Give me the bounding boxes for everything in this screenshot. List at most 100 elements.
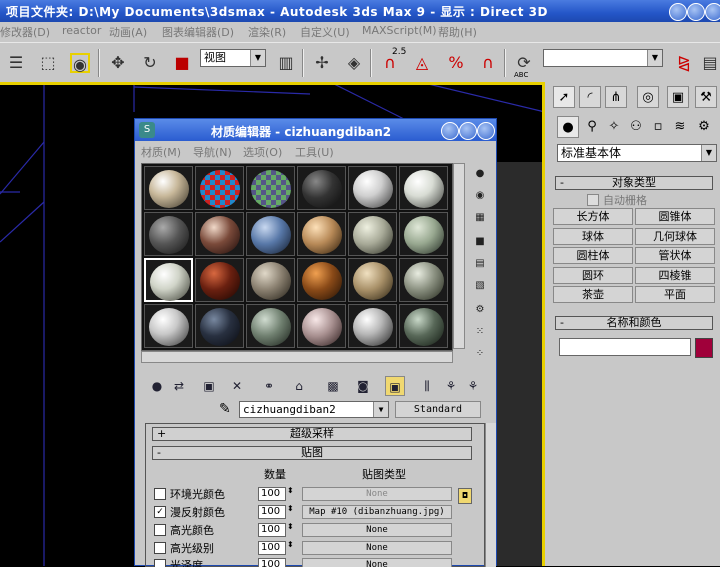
specular-color-amount-spinner[interactable]: 100 <box>258 523 286 537</box>
material-sample-slot[interactable] <box>195 258 244 302</box>
motion-tab-icon[interactable]: ◎ <box>637 86 659 108</box>
shapes-icon[interactable]: ⚲ <box>581 116 603 138</box>
angle-snap-icon[interactable]: ◬ <box>412 53 432 73</box>
percent-snap-icon[interactable]: % <box>446 53 466 73</box>
scale-icon[interactable]: ■ <box>172 53 192 73</box>
spinner-arrows-icon[interactable]: ⬍ <box>287 540 294 549</box>
utilities-tab-icon[interactable]: ⚒ <box>695 86 717 108</box>
systems-icon[interactable]: ⚙ <box>693 116 715 138</box>
material-sample-slot[interactable] <box>246 166 295 210</box>
diffuse-amount-spinner[interactable]: 100 <box>258 505 286 519</box>
object-type-rollout-header[interactable]: - 对象类型 <box>555 176 713 190</box>
specular-color-map-button[interactable]: None <box>302 523 452 537</box>
modify-tab-icon[interactable]: ◜ <box>579 86 601 108</box>
assign-to-selection-icon[interactable]: ▣ <box>199 376 219 396</box>
menu-customize[interactable]: 自定义(U) <box>300 24 350 40</box>
geometry-icon[interactable]: ● <box>557 116 579 138</box>
eyedropper-icon[interactable]: ✎ <box>219 401 231 417</box>
object-color-swatch[interactable] <box>695 338 713 358</box>
sphere-button[interactable]: 球体 <box>553 228 633 245</box>
go-to-parent-icon[interactable]: ⫼ <box>417 376 437 396</box>
material-sample-slot[interactable] <box>144 304 193 348</box>
sample-uv-tiling-icon[interactable]: ■ <box>473 235 487 249</box>
supersampling-rollout-header[interactable]: + 超级采样 <box>152 427 472 441</box>
material-sample-slot[interactable] <box>297 258 346 302</box>
pyramid-button[interactable]: 四棱锥 <box>635 267 715 284</box>
torus-button[interactable]: 圆环 <box>553 267 633 284</box>
diffuse-map-button[interactable]: Map #10 (dibanzhuang.jpg) <box>302 505 452 519</box>
make-preview-icon[interactable]: ▧ <box>473 279 487 293</box>
material-sample-slot[interactable] <box>246 212 295 256</box>
select-and-link-icon[interactable]: ✢ <box>312 53 332 73</box>
go-forward-sibling-icon[interactable]: ⚘ <box>441 376 461 396</box>
named-selection-icon[interactable]: ⟳ <box>514 53 534 73</box>
maximize-button[interactable] <box>687 3 705 21</box>
lights-icon[interactable]: ✧ <box>603 116 625 138</box>
object-category-select[interactable]: 标准基本体 ▼ <box>557 144 717 162</box>
med-menu-options[interactable]: 选项(O) <box>243 144 282 160</box>
video-color-check-icon[interactable]: ▤ <box>473 257 487 271</box>
move-icon[interactable]: ✥ <box>108 53 128 73</box>
object-name-input[interactable] <box>559 338 691 356</box>
menu-modifiers[interactable]: 修改器(D) <box>0 24 50 40</box>
helpers-icon[interactable]: ▫ <box>647 116 669 138</box>
box-transform-icon[interactable]: ◈ <box>344 53 364 73</box>
diffuse-map-checkbox[interactable]: ✓ <box>154 506 166 518</box>
get-material-icon[interactable]: ● <box>147 376 167 396</box>
material-sample-slot[interactable] <box>399 258 448 302</box>
pivot-center-icon[interactable]: ▥ <box>276 53 296 73</box>
teapot-button[interactable]: 茶壶 <box>553 286 633 303</box>
cone-button[interactable]: 圆锥体 <box>635 208 715 225</box>
menu-rendering[interactable]: 渲染(R) <box>248 24 286 40</box>
med-menu-utilities[interactable]: 工具(U) <box>295 144 334 160</box>
select-by-material-icon[interactable]: ⁙ <box>473 325 487 339</box>
material-sample-slot[interactable] <box>246 258 295 302</box>
ambient-amount-spinner[interactable]: 100 <box>258 487 286 501</box>
menu-graph-editors[interactable]: 图表编辑器(D) <box>162 24 234 40</box>
specular-color-map-checkbox[interactable] <box>154 524 166 536</box>
med-close-button[interactable] <box>477 122 495 140</box>
material-sample-slot[interactable] <box>399 212 448 256</box>
material-sample-slot[interactable] <box>297 304 346 348</box>
med-minimize-button[interactable] <box>441 122 459 140</box>
sample-type-icon[interactable]: ● <box>473 167 487 181</box>
material-sample-slot[interactable] <box>246 304 295 348</box>
create-tab-icon[interactable]: ➚ <box>553 86 575 108</box>
med-maximize-button[interactable] <box>459 122 477 140</box>
material-sample-slot[interactable] <box>297 166 346 210</box>
material-name-input[interactable]: cizhuangdiban2 ▼ <box>239 401 389 418</box>
named-selection-sets-select[interactable]: ▼ <box>543 49 663 67</box>
name-color-rollout-header[interactable]: - 名称和颜色 <box>555 316 713 330</box>
plane-button[interactable]: 平面 <box>635 286 715 303</box>
lock-icon[interactable]: ◘ <box>458 488 472 504</box>
pick-material-icon[interactable]: ⚘ <box>463 376 483 396</box>
slots-vertical-scrollbar[interactable] <box>453 163 465 349</box>
med-menu-navigation[interactable]: 导航(N) <box>193 144 232 160</box>
display-tab-icon[interactable]: ▣ <box>667 86 689 108</box>
reference-coordinate-select[interactable]: 视图 ▼ <box>200 49 266 67</box>
material-sample-slot[interactable] <box>399 166 448 210</box>
menu-help[interactable]: 帮助(H) <box>438 24 477 40</box>
make-unique-icon[interactable]: ⚭ <box>259 376 279 396</box>
spinner-arrows-icon[interactable]: ⬍ <box>287 504 294 513</box>
material-sample-slot[interactable] <box>399 304 448 348</box>
hierarchy-tab-icon[interactable]: ⋔ <box>605 86 627 108</box>
specular-level-amount-spinner[interactable]: 100 <box>258 541 286 555</box>
cameras-icon[interactable]: ⚇ <box>625 116 647 138</box>
parameters-scrollbar[interactable] <box>485 423 496 567</box>
spinner-arrows-icon[interactable]: ⬍ <box>287 486 294 495</box>
slots-horizontal-scrollbar[interactable] <box>141 351 453 363</box>
rotate-icon[interactable]: ↻ <box>140 53 160 73</box>
background-icon[interactable]: ▦ <box>473 211 487 225</box>
material-sample-slot[interactable] <box>144 212 193 256</box>
geosphere-button[interactable]: 几何球体 <box>635 228 715 245</box>
menu-maxscript[interactable]: MAXScript(M) <box>362 24 437 37</box>
close-button[interactable] <box>705 3 720 21</box>
show-end-result-icon[interactable]: ▣ <box>385 376 405 396</box>
window-crossing-icon[interactable]: ◉ <box>70 53 90 74</box>
material-sample-slot[interactable] <box>348 258 397 302</box>
align-icon[interactable]: ▤ <box>700 53 720 73</box>
menu-reactor[interactable]: reactor <box>62 24 101 37</box>
tube-button[interactable]: 管状体 <box>635 247 715 264</box>
backlight-icon[interactable]: ◉ <box>473 189 487 203</box>
